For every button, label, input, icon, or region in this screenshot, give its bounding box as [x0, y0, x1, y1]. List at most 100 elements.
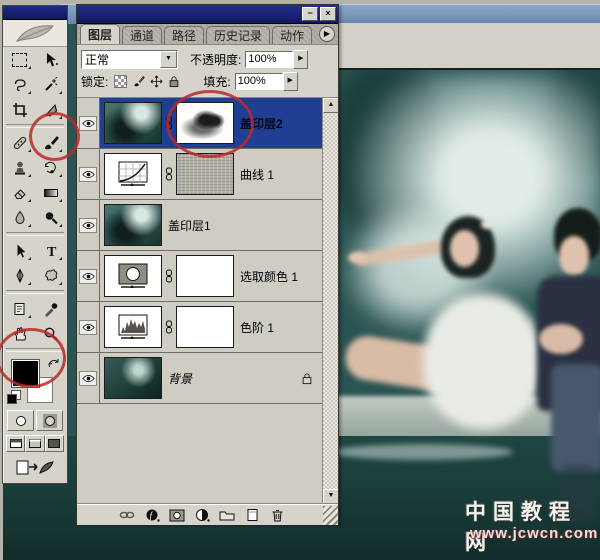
lock-position-icon[interactable]: [149, 74, 163, 88]
lock-all-icon[interactable]: [167, 74, 181, 88]
lasso-tool[interactable]: [6, 73, 33, 96]
photo-woman-hairpin: [481, 220, 493, 229]
visibility-cell[interactable]: [77, 149, 100, 199]
watermark-site-url: www.jcwcn.com: [470, 525, 598, 542]
notes-icon: [12, 301, 28, 317]
tab-history[interactable]: 历史记录: [206, 26, 270, 44]
jump-to-imageready-button[interactable]: [3, 454, 67, 477]
new-adjustment-layer-icon[interactable]: [194, 508, 210, 523]
eyedropper-tool[interactable]: [37, 297, 64, 320]
magic-wand-tool[interactable]: [37, 73, 64, 96]
tab-paths[interactable]: 路径: [164, 26, 204, 44]
layers-scrollbar[interactable]: ▲ ▼: [322, 98, 338, 504]
type-tool[interactable]: T: [37, 239, 64, 262]
feather-icon: [13, 22, 57, 44]
photo-man-face: [559, 236, 589, 276]
visibility-cell[interactable]: [77, 98, 100, 148]
layer-style-icon[interactable]: f: [144, 508, 160, 523]
pen-tool[interactable]: [6, 264, 33, 287]
crop-tool[interactable]: [6, 98, 33, 121]
lock-label: 锁定:: [81, 73, 108, 90]
fullscreen-mode-button[interactable]: [45, 435, 64, 452]
gradient-tool[interactable]: [37, 181, 64, 204]
layer-name: 盖印层1: [168, 217, 211, 234]
visibility-cell[interactable]: [77, 353, 100, 403]
layer-row-stamp1[interactable]: 盖印层1: [77, 200, 323, 251]
toolbox-titlebar[interactable]: [3, 6, 67, 20]
layer-mask-thumbnail[interactable]: [176, 306, 234, 348]
layer-mask-thumbnail[interactable]: [176, 255, 234, 297]
opacity-spinner-icon[interactable]: ▶: [293, 50, 308, 69]
layers-list: 盖印层2 曲线 1 盖印层1: [77, 97, 338, 504]
add-layer-mask-icon[interactable]: [169, 508, 185, 523]
tab-actions[interactable]: 动作: [272, 26, 312, 44]
lock-paint-icon[interactable]: [131, 74, 145, 88]
visibility-cell[interactable]: [77, 200, 100, 250]
blend-mode-select[interactable]: 正常▼: [81, 50, 178, 69]
panel-menu-button[interactable]: ▶: [319, 26, 335, 42]
eyedropper-icon: [43, 301, 59, 317]
resize-grip[interactable]: [323, 506, 338, 525]
fullscreen-menubar-mode-button[interactable]: [25, 435, 44, 452]
dodge-tool[interactable]: [37, 206, 64, 229]
minimize-button[interactable]: −: [302, 7, 318, 21]
layer-thumbnail[interactable]: [104, 357, 162, 399]
curves-adjustment-thumbnail[interactable]: [104, 153, 162, 195]
clone-stamp-tool[interactable]: [6, 156, 33, 179]
standard-mode-button[interactable]: [7, 410, 34, 431]
layer-thumbnail[interactable]: [104, 204, 162, 246]
default-black: [7, 394, 17, 404]
notes-tool[interactable]: [6, 297, 33, 320]
visibility-cell[interactable]: [77, 302, 100, 352]
standard-screen-mode-button[interactable]: [6, 435, 25, 452]
dropdown-arrow-icon[interactable]: ▼: [160, 51, 177, 68]
path-selection-tool[interactable]: [6, 239, 33, 262]
tab-layers[interactable]: 图层: [80, 24, 120, 44]
scroll-up-button[interactable]: ▲: [323, 98, 338, 113]
visibility-cell[interactable]: [77, 251, 100, 301]
tab-channels[interactable]: 通道: [122, 26, 162, 44]
layers-panel: − × 图层 通道 路径 历史记录 动作 ▶ 正常▼ 不透明度: 100% ▶ …: [76, 4, 339, 523]
layer-row-selective-color1[interactable]: 选取颜色 1: [77, 251, 323, 302]
move-tool[interactable]: [37, 48, 64, 71]
new-layer-icon[interactable]: [244, 508, 260, 523]
lock-transparency-icon[interactable]: [113, 74, 127, 88]
selective-color-thumbnail[interactable]: [104, 255, 162, 297]
annotation-circle-layer-mask: [166, 90, 254, 158]
photo-woman-hand: [348, 252, 366, 263]
panel-tabs: 图层 通道 路径 历史记录 动作 ▶: [77, 24, 338, 45]
eye-icon: [82, 374, 95, 383]
layer-thumbnail[interactable]: [104, 102, 162, 144]
eye-icon: [82, 221, 95, 230]
photo-water-glint: [333, 444, 513, 460]
crop-icon: [12, 102, 28, 118]
default-colors-icon[interactable]: [7, 390, 21, 404]
custom-shape-tool[interactable]: [37, 264, 64, 287]
eraser-tool[interactable]: [6, 181, 33, 204]
link-layers-icon[interactable]: [119, 508, 135, 523]
close-button[interactable]: ×: [320, 7, 336, 21]
scroll-down-button[interactable]: ▼: [323, 489, 338, 504]
layer-row-levels1[interactable]: 色阶 1: [77, 302, 323, 353]
mask-link-icon[interactable]: [164, 269, 174, 283]
fill-field[interactable]: 100%: [235, 73, 283, 90]
blur-tool[interactable]: [6, 206, 33, 229]
gradient-icon: [43, 185, 59, 201]
levels-adjustment-thumbnail[interactable]: [104, 306, 162, 348]
fill-spinner-icon[interactable]: ▶: [283, 72, 298, 91]
history-brush-icon: [43, 160, 59, 176]
layers-panel-titlebar[interactable]: − ×: [77, 5, 338, 24]
imageready-icon: [15, 457, 55, 477]
layer-mask-thumbnail[interactable]: [176, 153, 234, 195]
mask-link-icon[interactable]: [164, 320, 174, 334]
quick-mask-mode-button[interactable]: [36, 410, 63, 431]
new-group-icon[interactable]: [219, 508, 235, 523]
layer-row-background[interactable]: 背景: [77, 353, 323, 404]
delete-layer-icon[interactable]: [269, 508, 285, 523]
curves-icon: [118, 161, 148, 187]
layer-name: 曲线 1: [240, 166, 274, 183]
mask-link-icon[interactable]: [164, 167, 174, 181]
rectangular-marquee-tool[interactable]: [6, 48, 33, 71]
blur-drop-icon: [12, 210, 28, 226]
opacity-field[interactable]: 100%: [245, 51, 293, 68]
